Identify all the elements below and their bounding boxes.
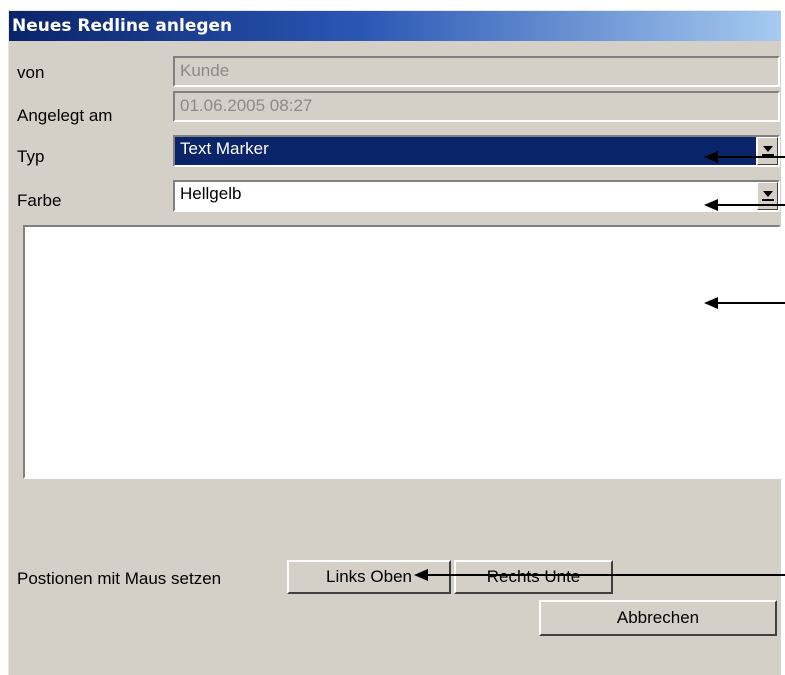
annotation-arrowhead-links-oben <box>414 569 428 581</box>
annotation-arrowhead-memo <box>704 297 718 309</box>
annotation-arrows <box>414 151 785 581</box>
annotation-arrowhead-typ <box>704 151 718 163</box>
annotation-arrowhead-farbe <box>704 199 718 211</box>
